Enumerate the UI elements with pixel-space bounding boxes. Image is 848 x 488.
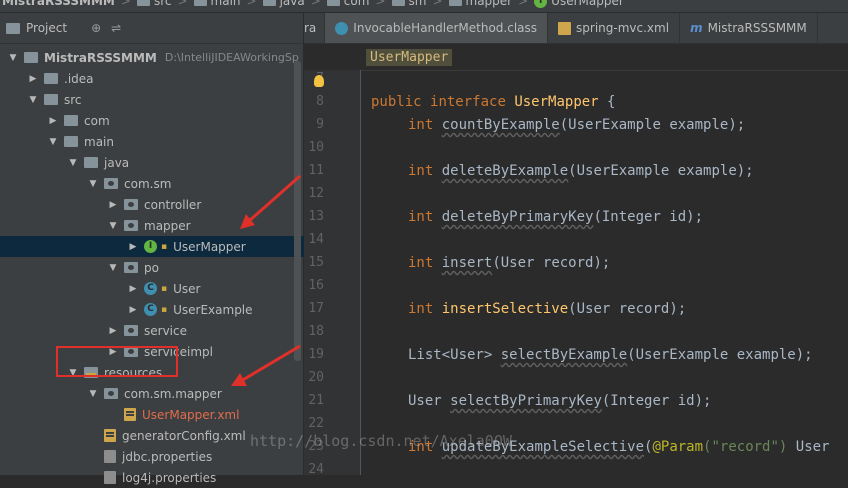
annotation-arrow	[240, 344, 301, 383]
annotation-arrows	[231, 174, 301, 386]
annotation-arrow	[248, 174, 301, 223]
